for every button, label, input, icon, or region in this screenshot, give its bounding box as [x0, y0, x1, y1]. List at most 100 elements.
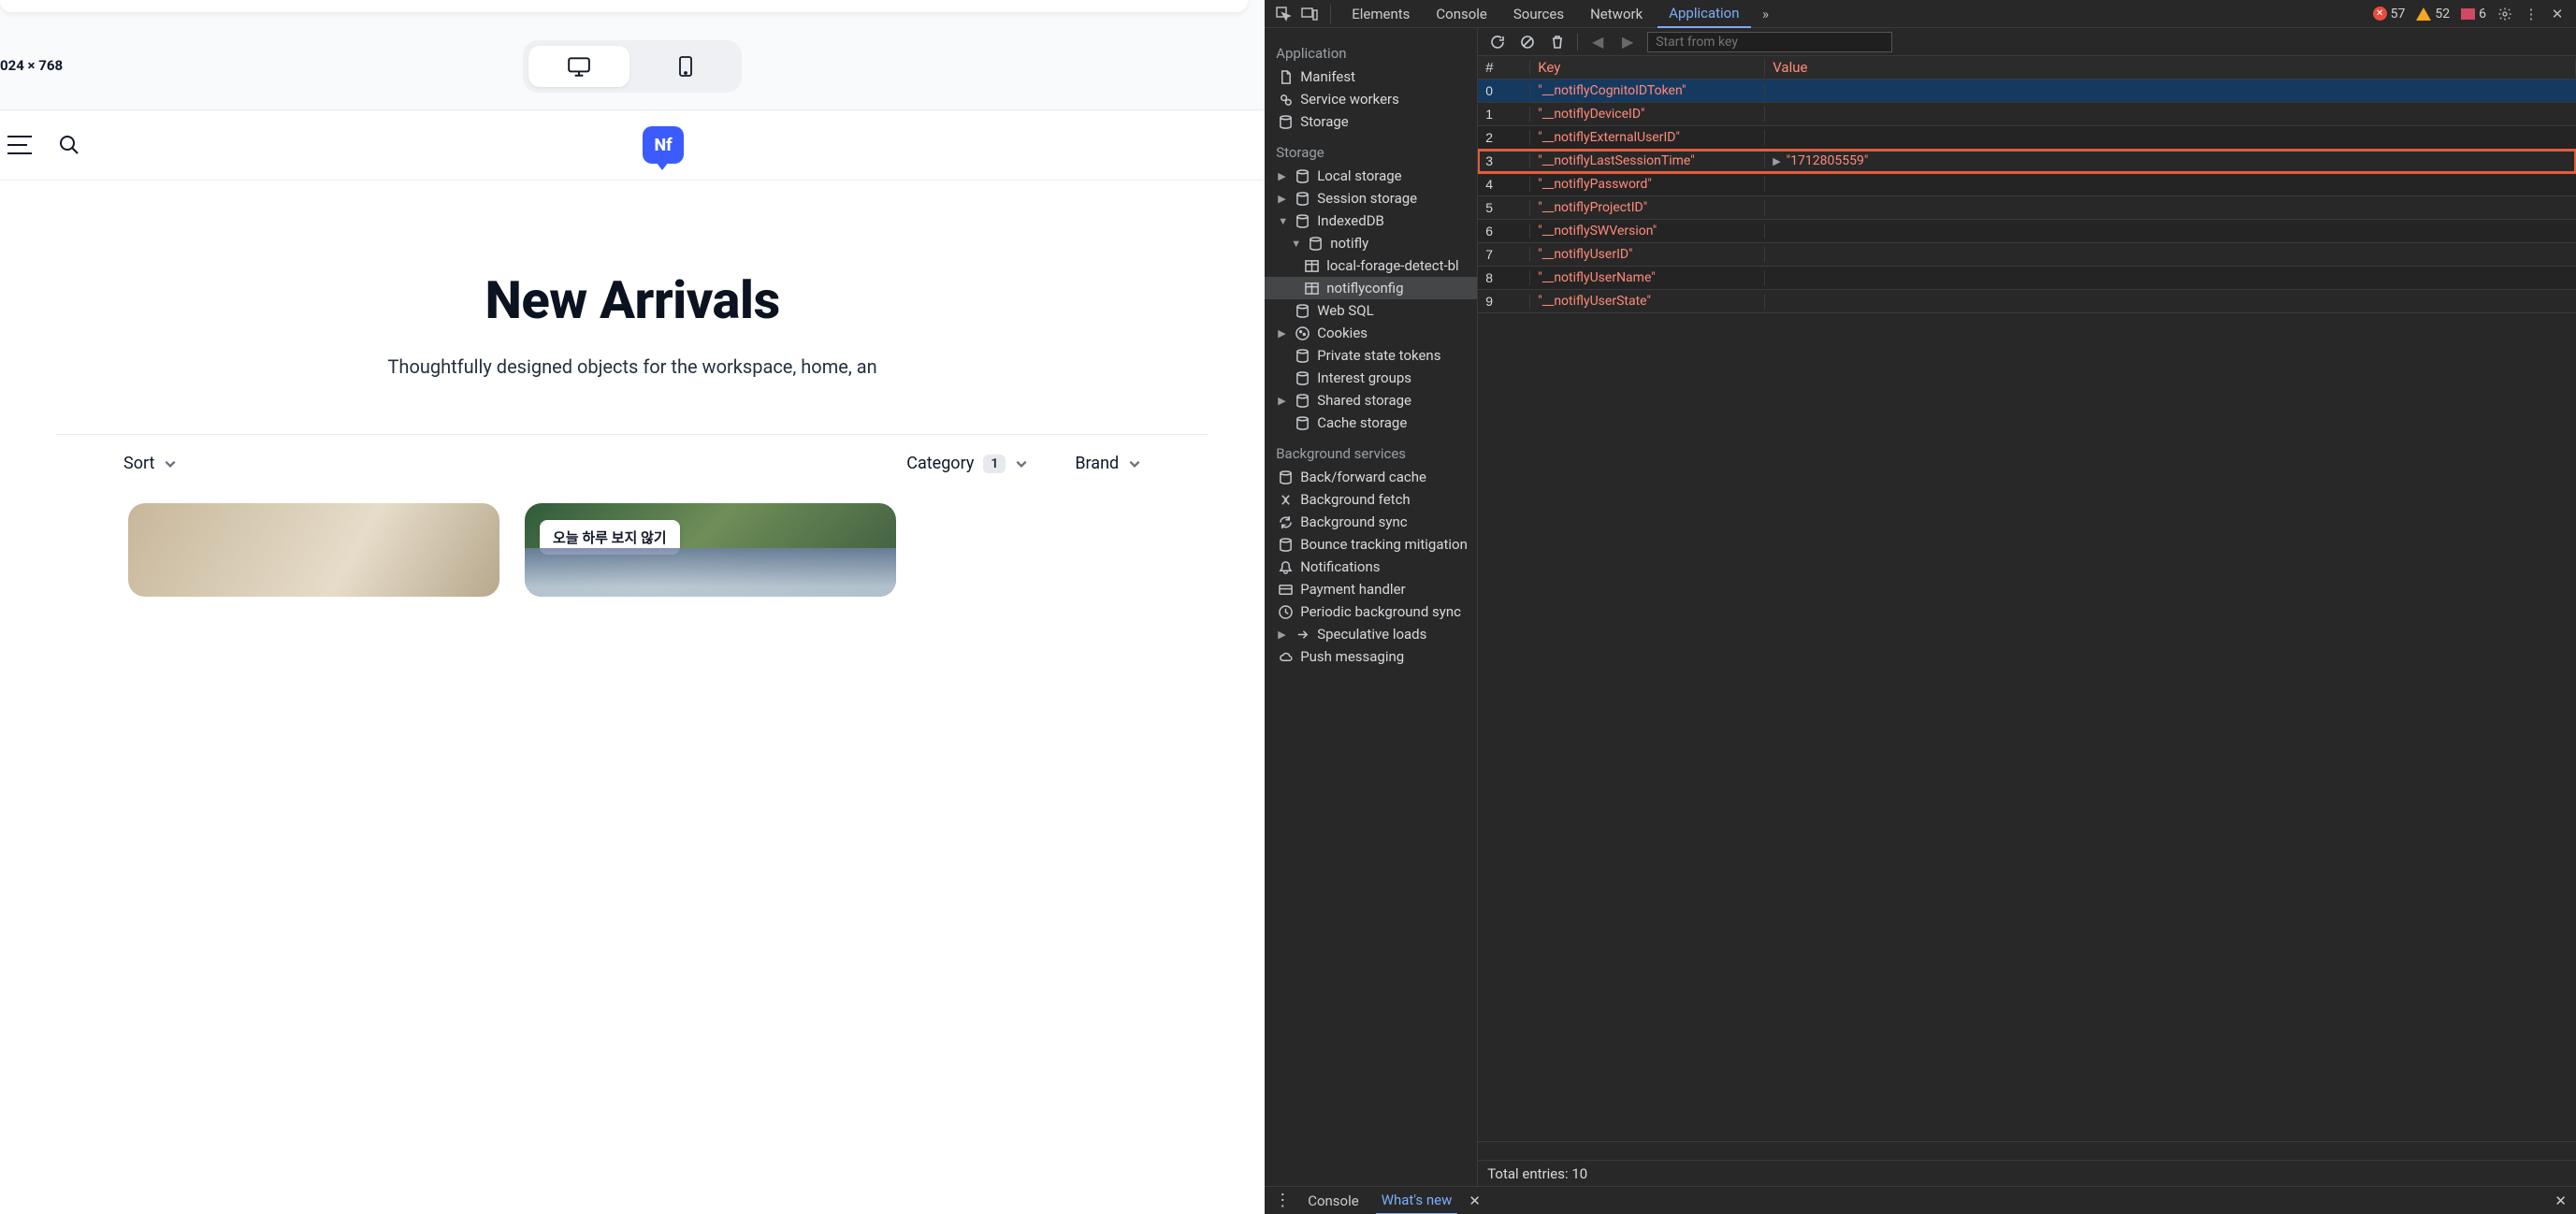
- tab-elements[interactable]: Elements: [1340, 0, 1421, 28]
- cookie-icon: [1295, 325, 1310, 340]
- database-icon: [1295, 213, 1310, 228]
- database-icon: [1295, 168, 1310, 183]
- next-page-button[interactable]: ▶: [1617, 32, 1638, 52]
- sidebar-interest-groups[interactable]: ▶Interest groups: [1265, 367, 1477, 389]
- document-icon: [1278, 69, 1293, 84]
- database-icon: [1278, 114, 1293, 129]
- sidebar-session-storage[interactable]: ▶Session storage: [1265, 187, 1477, 210]
- sidebar-speculative[interactable]: ▶Speculative loads: [1265, 623, 1477, 645]
- sidebar-payment[interactable]: Payment handler: [1265, 578, 1477, 600]
- table-row[interactable]: 2 "__notiflyExternalUserID": [1478, 126, 2576, 150]
- refresh-button[interactable]: [1487, 32, 1508, 52]
- drawer-tab-whatsnew[interactable]: What's new: [1376, 1187, 1458, 1214]
- table-row[interactable]: 5 "__notiflyProjectID": [1478, 196, 2576, 220]
- sidebar-shared-storage[interactable]: ▶Shared storage: [1265, 389, 1477, 412]
- sidebar-indexeddb[interactable]: ▼IndexedDB: [1265, 210, 1477, 232]
- database-icon: [1295, 370, 1310, 385]
- sidebar-local-storage[interactable]: ▶Local storage: [1265, 165, 1477, 187]
- issues-chip[interactable]: 6: [2461, 7, 2486, 22]
- errors-chip[interactable]: ✕57: [2373, 7, 2406, 22]
- drawer-tab-close[interactable]: ✕: [1469, 1192, 1481, 1209]
- sidebar-idb-store-localforage[interactable]: local-forage-detect-bl: [1265, 254, 1477, 277]
- key-search-input[interactable]: [1647, 32, 1892, 52]
- hero-title: New Arrivals: [37, 269, 1227, 331]
- search-icon: [58, 134, 80, 156]
- table-row[interactable]: 4 "__notiflyPassword": [1478, 173, 2576, 196]
- sidebar-cache-storage[interactable]: ▶Cache storage: [1265, 412, 1477, 434]
- site-logo[interactable]: Nf: [643, 126, 684, 164]
- inspect-element-button[interactable]: [1272, 3, 1295, 25]
- category-dropdown[interactable]: Category 1: [906, 454, 1028, 473]
- clear-button[interactable]: [1517, 32, 1538, 52]
- product-card[interactable]: 오늘 하루 보지 않기: [525, 503, 896, 597]
- device-mode-button[interactable]: [1298, 3, 1321, 25]
- sidebar-bg-fetch[interactable]: Background fetch: [1265, 488, 1477, 511]
- indexeddb-grid[interactable]: # Key Value 0 "__notiflyCognitoIDToken" …: [1478, 56, 2576, 1141]
- desktop-device-button[interactable]: [528, 46, 630, 87]
- table-row[interactable]: 0 "__notiflyCognitoIDToken": [1478, 79, 2576, 103]
- caret-icon: ▶: [1278, 170, 1287, 182]
- sidebar-storage[interactable]: Storage: [1265, 110, 1477, 133]
- site-viewport: Nf New Arrivals Thoughtfully designed ob…: [0, 109, 1265, 1214]
- sidebar-bf-cache[interactable]: Back/forward cache: [1265, 466, 1477, 488]
- brand-label: Brand: [1075, 454, 1119, 473]
- kebab-menu-button[interactable]: ⋮: [2520, 3, 2542, 25]
- table-row[interactable]: 8 "__notiflyUserName": [1478, 267, 2576, 290]
- product-card[interactable]: [128, 503, 499, 597]
- mobile-icon: [673, 56, 698, 77]
- caret-icon: ▶: [1278, 327, 1287, 340]
- table-row[interactable]: 6 "__notiflySWVersion": [1478, 220, 2576, 243]
- cloud-icon: [1278, 649, 1293, 664]
- drawer-close-button[interactable]: ✕: [2554, 1192, 2567, 1209]
- sort-dropdown[interactable]: Sort: [123, 454, 177, 473]
- error-icon: ✕: [2373, 7, 2387, 21]
- section-application: Application: [1265, 41, 1477, 65]
- caret-icon: ▶: [1278, 193, 1287, 205]
- sidebar-periodic-sync[interactable]: Periodic background sync: [1265, 600, 1477, 623]
- sidebar-push[interactable]: Push messaging: [1265, 645, 1477, 668]
- tab-sources[interactable]: Sources: [1502, 0, 1575, 28]
- warnings-chip[interactable]: 52: [2416, 7, 2450, 22]
- sidebar-notifications[interactable]: Notifications: [1265, 556, 1477, 578]
- data-toolbar: ◀ ▶: [1478, 28, 2576, 56]
- drawer-tab-console[interactable]: Console: [1302, 1187, 1365, 1214]
- database-icon: [1295, 415, 1310, 430]
- table-row[interactable]: 1 "__notiflyDeviceID": [1478, 103, 2576, 126]
- tab-application[interactable]: Application: [1657, 0, 1750, 28]
- sidebar-pst[interactable]: ▶Private state tokens: [1265, 344, 1477, 367]
- expand-caret-icon[interactable]: ▶: [1773, 155, 1780, 167]
- tab-network[interactable]: Network: [1579, 0, 1654, 28]
- menu-button[interactable]: [7, 136, 32, 154]
- clock-icon: [1278, 604, 1293, 619]
- url-bar-shadow: [0, 0, 1248, 12]
- brand-dropdown[interactable]: Brand: [1075, 454, 1141, 473]
- sidebar-service-workers[interactable]: Service workers: [1265, 88, 1477, 110]
- table-row-highlighted[interactable]: 3 "__notiflyLastSessionTime" ▶"171280555…: [1478, 150, 2576, 173]
- delete-button[interactable]: [1547, 32, 1568, 52]
- application-sidebar[interactable]: Application Manifest Service workers Sto…: [1265, 28, 1478, 1186]
- table-icon: [1304, 258, 1319, 273]
- drawer-menu-button[interactable]: ⋮: [1274, 1191, 1291, 1210]
- table-row[interactable]: 9 "__notiflyUserState": [1478, 290, 2576, 313]
- sidebar-idb-store-notiflyconfig[interactable]: notiflyconfig: [1265, 277, 1477, 299]
- close-devtools-button[interactable]: ✕: [2546, 3, 2569, 25]
- devtools-pane: Elements Console Sources Network Applica…: [1265, 0, 2576, 1214]
- category-label: Category: [906, 454, 974, 473]
- sidebar-cookies[interactable]: ▶Cookies: [1265, 322, 1477, 344]
- sidebar-bg-sync[interactable]: Background sync: [1265, 511, 1477, 533]
- caret-icon: ▶: [1278, 629, 1287, 641]
- sidebar-web-sql[interactable]: ▶Web SQL: [1265, 299, 1477, 322]
- tab-console[interactable]: Console: [1425, 0, 1498, 28]
- sidebar-manifest[interactable]: Manifest: [1265, 65, 1477, 88]
- search-button[interactable]: [58, 134, 80, 156]
- prev-page-button[interactable]: ◀: [1587, 32, 1608, 52]
- more-tabs-button[interactable]: »: [1755, 3, 1777, 25]
- sidebar-bounce[interactable]: Bounce tracking mitigation: [1265, 533, 1477, 556]
- card-icon: [1278, 582, 1293, 597]
- settings-button[interactable]: [2494, 3, 2516, 25]
- table-row[interactable]: 7 "__notiflyUserID": [1478, 243, 2576, 267]
- fetch-icon: [1278, 492, 1293, 507]
- sidebar-idb-notifly[interactable]: ▼notifly: [1265, 232, 1477, 254]
- desktop-icon: [567, 56, 591, 77]
- mobile-device-button[interactable]: [635, 46, 736, 87]
